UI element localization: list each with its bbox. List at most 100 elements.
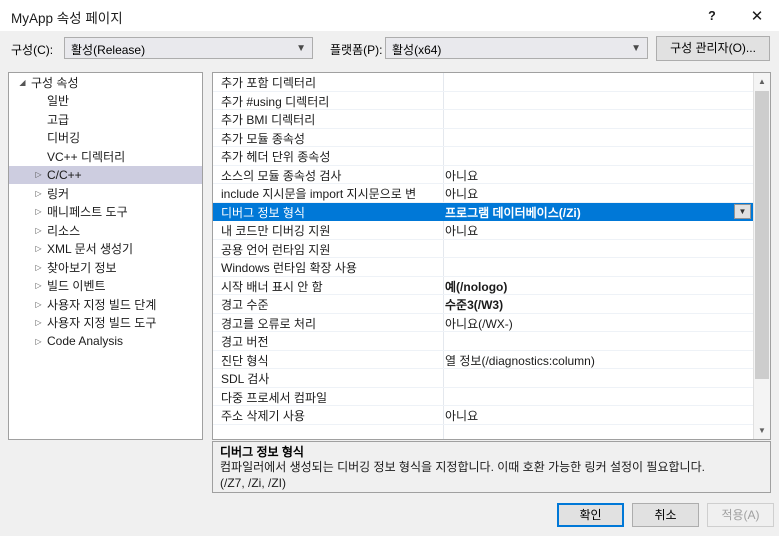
scrollbar-thumb[interactable] bbox=[755, 91, 769, 379]
triangle-right-icon[interactable]: ▷ bbox=[31, 281, 46, 290]
description-pane: 디버그 정보 형식 컴파일러에서 생성되는 디버깅 정보 형식을 지정합니다. … bbox=[212, 441, 771, 493]
property-value[interactable]: 예(/nologo) bbox=[445, 278, 745, 295]
tree-spacer-icon bbox=[31, 133, 46, 142]
property-value[interactable]: 프로그램 데이터베이스(/Zi) bbox=[445, 204, 745, 221]
property-name: 내 코드만 디버깅 지원 bbox=[221, 224, 331, 238]
property-row[interactable]: 경고 버전 bbox=[213, 332, 753, 351]
property-grid-scrollbar[interactable]: ▲ ▼ bbox=[753, 73, 770, 439]
property-row[interactable]: include 지시문을 import 지시문으로 변 아니요 bbox=[213, 184, 753, 203]
tree-item-label: 사용자 지정 빌드 도구 bbox=[47, 316, 157, 331]
property-name: 시작 배너 표시 안 함 bbox=[221, 279, 323, 294]
property-value[interactable]: 열 정보(/diagnostics:column) bbox=[445, 352, 745, 369]
triangle-right-icon[interactable]: ▷ bbox=[31, 337, 46, 346]
property-row[interactable]: 진단 형식 열 정보(/diagnostics:column) bbox=[213, 351, 753, 369]
tree-item[interactable]: 고급 bbox=[9, 110, 202, 129]
property-name: 주소 삭제기 사용 bbox=[221, 409, 305, 423]
description-line-2: (/Z7, /Zi, /ZI) bbox=[220, 475, 286, 490]
configuration-dropdown[interactable]: 활성(Release) ▼ bbox=[64, 37, 313, 59]
title-bar: MyApp 속성 페이지 ? ✕ bbox=[0, 0, 779, 31]
triangle-down-icon[interactable]: ◢ bbox=[15, 78, 30, 87]
tree-item[interactable]: ▷ 매니페스트 도구 bbox=[9, 203, 202, 222]
tree-item-label: 일반 bbox=[47, 94, 70, 109]
cancel-button[interactable]: 취소 bbox=[632, 503, 699, 527]
property-name: 공용 언어 런타임 지원 bbox=[221, 242, 331, 257]
property-row[interactable]: 추가 BMI 디렉터리 bbox=[213, 110, 753, 129]
tree-spacer-icon bbox=[31, 115, 46, 124]
property-name: 추가 헤더 단위 종속성 bbox=[221, 150, 331, 164]
property-row[interactable]: 추가 #using 디렉터리 bbox=[213, 92, 753, 110]
property-row[interactable]: 시작 배너 표시 안 함 예(/nologo) bbox=[213, 277, 753, 295]
tree-item[interactable]: ▷ 찾아보기 정보 bbox=[9, 258, 202, 277]
property-value[interactable]: 아니요(/WX-) bbox=[445, 315, 745, 332]
triangle-right-icon[interactable]: ▷ bbox=[31, 226, 46, 235]
property-row[interactable]: 경고 수준 수준3(/W3) bbox=[213, 295, 753, 314]
tree-item-label: 디버깅 bbox=[47, 131, 81, 146]
apply-button[interactable]: 적용(A) bbox=[707, 503, 774, 527]
tree-item[interactable]: ▷ 사용자 지정 빌드 도구 bbox=[9, 314, 202, 333]
configuration-tree[interactable]: ◢ 구성 속성 일반 고급 디버깅 VC++ 디렉터리 ▷ C/C++ ▷ 링커 ▷ 매니페스… bbox=[8, 72, 203, 440]
tree-item-label: 사용자 지정 빌드 단계 bbox=[47, 297, 157, 312]
triangle-right-icon[interactable]: ▷ bbox=[31, 244, 46, 253]
property-row[interactable]: 경고를 오류로 처리 아니요(/WX-) bbox=[213, 314, 753, 332]
chevron-down-icon[interactable]: ▼ bbox=[754, 422, 770, 439]
tree-item[interactable]: 일반 bbox=[9, 92, 202, 111]
chevron-down-icon: ▼ bbox=[631, 42, 641, 54]
help-icon[interactable]: ? bbox=[690, 0, 734, 31]
value-dropdown-button[interactable]: ▼ bbox=[734, 204, 751, 219]
tree-item-label: Code Analysis bbox=[47, 334, 124, 349]
tree-item[interactable]: ▷ 사용자 지정 빌드 단계 bbox=[9, 295, 202, 314]
platform-dropdown[interactable]: 활성(x64) ▼ bbox=[385, 37, 648, 59]
property-name: SDL 검사 bbox=[221, 372, 270, 386]
tree-item-label: 리소스 bbox=[47, 223, 81, 238]
property-row[interactable]: 공용 언어 런타임 지원 bbox=[213, 240, 753, 258]
property-row[interactable]: 추가 포함 디렉터리 bbox=[213, 73, 753, 92]
property-grid[interactable]: 추가 포함 디렉터리추가 #using 디렉터리 추가 BMI 디렉터리 추가 모듈… bbox=[212, 72, 771, 440]
triangle-right-icon[interactable]: ▷ bbox=[31, 263, 46, 272]
property-name: 소스의 모듈 종속성 검사 bbox=[221, 168, 342, 183]
tree-item[interactable]: ▷ XML 문서 생성기 bbox=[9, 240, 202, 259]
triangle-right-icon[interactable]: ▷ bbox=[31, 300, 46, 309]
chevron-up-icon[interactable]: ▲ bbox=[754, 73, 770, 90]
property-name: 경고를 오류로 처리 bbox=[221, 316, 316, 331]
property-name: 추가 #using 디렉터리 bbox=[221, 94, 330, 109]
tree-item-label: XML 문서 생성기 bbox=[47, 242, 134, 257]
description-title: 디버그 정보 형식 bbox=[220, 445, 304, 459]
property-row[interactable]: 주소 삭제기 사용 아니요 bbox=[213, 406, 753, 425]
property-value[interactable]: 아니요 bbox=[445, 185, 745, 202]
property-row[interactable]: 디버그 정보 형식 프로그램 데이터베이스(/Zi) ▼ bbox=[213, 202, 753, 221]
tree-item[interactable]: ▷ 링커 bbox=[9, 184, 202, 203]
property-value[interactable]: 수준3(/W3) bbox=[445, 296, 745, 313]
property-row[interactable]: 추가 모듈 종속성 bbox=[213, 129, 753, 147]
description-line-1: 컴파일러에서 생성되는 디버깅 정보 형식을 지정합니다. 이때 호환 가능한 … bbox=[220, 460, 705, 474]
tree-item[interactable]: ◢ 구성 속성 bbox=[9, 73, 202, 92]
property-row[interactable]: 다중 프로세서 컴파일 bbox=[213, 388, 753, 406]
configuration-value: 활성(Release) bbox=[71, 43, 146, 57]
property-value[interactable]: 아니요 bbox=[445, 222, 745, 239]
triangle-right-icon[interactable]: ▷ bbox=[31, 170, 46, 179]
property-row[interactable]: 추가 헤더 단위 종속성 bbox=[213, 147, 753, 166]
tree-item[interactable]: ▷ Code Analysis bbox=[9, 332, 202, 351]
triangle-right-icon[interactable]: ▷ bbox=[31, 207, 46, 216]
property-row[interactable]: SDL 검사 bbox=[213, 369, 753, 388]
property-row[interactable]: Windows 런타임 확장 사용 bbox=[213, 258, 753, 277]
property-value[interactable]: 아니요 bbox=[445, 167, 745, 184]
property-name: 진단 형식 bbox=[221, 353, 269, 368]
tree-item[interactable]: ▷ 빌드 이벤트 bbox=[9, 277, 202, 296]
configuration-manager-button[interactable]: 구성 관리자(O)... bbox=[656, 36, 770, 61]
triangle-right-icon[interactable]: ▷ bbox=[31, 189, 46, 198]
property-value[interactable]: 아니요 bbox=[445, 407, 745, 424]
tree-item[interactable]: ▷ C/C++ bbox=[9, 165, 202, 184]
tree-item[interactable]: ▷ 리소스 bbox=[9, 221, 202, 240]
triangle-right-icon[interactable]: ▷ bbox=[31, 318, 46, 327]
tree-item-label: 구성 속성 bbox=[31, 75, 79, 90]
close-icon[interactable]: ✕ bbox=[735, 0, 779, 31]
property-name: 추가 포함 디렉터리 bbox=[221, 76, 316, 90]
tree-item[interactable]: VC++ 디렉터리 bbox=[9, 147, 202, 166]
tree-spacer-icon bbox=[31, 96, 46, 105]
property-row[interactable]: 내 코드만 디버깅 지원 아니요 bbox=[213, 221, 753, 240]
tree-item[interactable]: 디버깅 bbox=[9, 129, 202, 148]
tree-item-label: VC++ 디렉터리 bbox=[47, 149, 126, 164]
window-title: MyApp 속성 페이지 bbox=[11, 11, 123, 26]
property-row[interactable]: 소스의 모듈 종속성 검사 아니요 bbox=[213, 166, 753, 184]
ok-button[interactable]: 확인 bbox=[557, 503, 624, 527]
